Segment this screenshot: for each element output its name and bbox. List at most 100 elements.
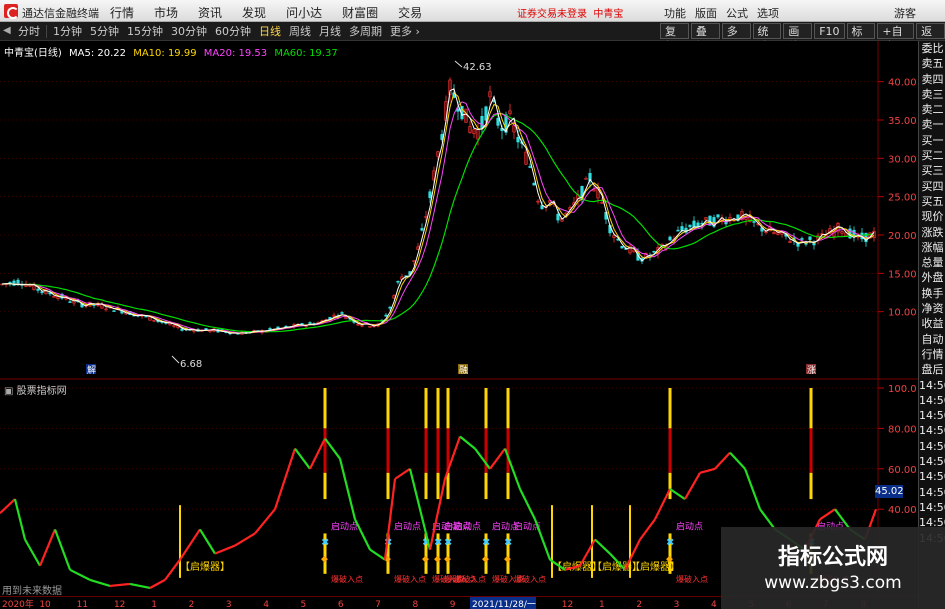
side-panel-item[interactable]: 净资	[919, 301, 945, 316]
tab-fenshi[interactable]: 分时	[14, 24, 44, 39]
high-price-label: 42.63	[463, 62, 492, 73]
signal-breakout-label: 爆破入点	[514, 574, 546, 584]
candle-body	[456, 108, 460, 112]
watermark-title: 指标公式网	[777, 545, 888, 570]
period-tabs: 分时 1分钟 5分钟 15分钟 30分钟 60分钟 日线 周线 月线 多周期 更…	[14, 24, 424, 39]
guest-label[interactable]: 游客	[894, 5, 916, 21]
candle-body	[112, 310, 116, 312]
tab-weekly[interactable]: 周线	[285, 24, 315, 39]
side-panel-item[interactable]: 14:50	[919, 378, 945, 393]
side-panel-item[interactable]: 卖二	[919, 102, 945, 117]
side-panel-item[interactable]: 14:50	[919, 469, 945, 484]
side-panel-item[interactable]: 买三	[919, 163, 945, 178]
menu-banmian[interactable]: 版面	[695, 5, 717, 21]
side-panel-item[interactable]: 涨幅	[919, 240, 945, 255]
side-panel-item[interactable]: 卖五	[919, 56, 945, 71]
side-panel-item[interactable]: 现价	[919, 209, 945, 224]
side-panel-item[interactable]: 自动	[919, 332, 945, 347]
legend-stock-name[interactable]: 中青宝(日线)	[4, 48, 62, 59]
menu-jiaoyi[interactable]: 交易	[398, 4, 422, 21]
signal-star-icon: ✖	[321, 538, 329, 549]
qibaoqi-label: 【启爆器】	[630, 560, 680, 573]
tab-1min[interactable]: 1分钟	[49, 24, 86, 39]
tab-5min[interactable]: 5分钟	[86, 24, 123, 39]
side-panel-item[interactable]: 买五	[919, 194, 945, 209]
side-panel-item[interactable]: 行情	[919, 347, 945, 362]
tab-more[interactable]: 更多 ›	[386, 24, 424, 39]
side-panel-item[interactable]: 14:50	[919, 408, 945, 423]
time-axis-label: 5	[301, 600, 307, 609]
menu-gongshi[interactable]: 公式	[726, 5, 748, 21]
menu-shichang[interactable]: 市场	[154, 4, 178, 21]
menu-faxian[interactable]: 发现	[242, 4, 266, 21]
side-panel-item[interactable]: 14:50	[919, 393, 945, 408]
side-panel-item[interactable]: 买二	[919, 148, 945, 163]
mark-badge-a-text: 解	[87, 364, 96, 376]
login-notice[interactable]: 证券交易未登录 中青宝	[517, 5, 623, 20]
indicator-tick-label: 60.00	[888, 465, 917, 476]
signal-star-icon: ✖	[504, 538, 512, 549]
side-panel-item[interactable]: 14:50	[919, 423, 945, 438]
tab-multi-period[interactable]: 多周期	[345, 24, 386, 39]
side-panel-item[interactable]: 卖三	[919, 87, 945, 102]
overlay-button[interactable]: 叠加	[690, 23, 720, 53]
f10-button[interactable]: F10	[814, 23, 845, 39]
candle-body	[428, 191, 432, 199]
signal-star-icon: ✖	[666, 538, 674, 549]
side-panel-item[interactable]: 外盘	[919, 270, 945, 285]
candle-body	[752, 221, 756, 223]
signal-star-icon: ✖	[482, 538, 490, 549]
side-panel-item[interactable]: 盘后	[919, 362, 945, 377]
price-tick-label: 40.00	[888, 78, 917, 89]
candle-body	[692, 220, 696, 228]
back-button[interactable]: 返回	[916, 23, 945, 53]
side-panel-item[interactable]: 14:50	[919, 500, 945, 515]
candle-body	[800, 238, 804, 240]
side-panel-item[interactable]: 换手	[919, 286, 945, 301]
statistics-button[interactable]: 统计	[752, 23, 782, 53]
side-panel-item[interactable]: 委比	[919, 41, 945, 56]
kline-chart[interactable]: 40.00 35.00 30.00 25.00 20.00 15.00 10.00 42.6…	[0, 41, 918, 380]
side-panel-item[interactable]: 总量	[919, 255, 945, 270]
side-panel-item[interactable]: 卖四	[919, 72, 945, 87]
chevron-left-icon[interactable]: ◀	[3, 25, 11, 36]
signal-breakout-label: 爆破入点	[331, 574, 363, 584]
tab-daily[interactable]: 日线	[255, 24, 285, 39]
tab-15min[interactable]: 15分钟	[123, 24, 167, 39]
indicator-settings-icon[interactable]: ▣	[4, 386, 13, 397]
signal-start-label: 启动点	[676, 520, 703, 532]
draw-line-button[interactable]: 画线	[783, 23, 813, 53]
side-panel-item[interactable]: 14:50	[919, 485, 945, 500]
side-panel-item[interactable]: 涨跌	[919, 225, 945, 240]
side-panel-item[interactable]: 买一	[919, 133, 945, 148]
time-axis-label: 4	[263, 600, 269, 609]
mark-button[interactable]: 标记	[846, 23, 876, 53]
menu-wenxiaoda[interactable]: 问小达	[286, 4, 322, 21]
indicator-title[interactable]: 股票指标网	[17, 386, 67, 397]
tab-monthly[interactable]: 月线	[315, 24, 345, 39]
signal-star-icon: ✖	[434, 538, 442, 549]
menu-zixun[interactable]: 资讯	[198, 4, 222, 21]
multi-stock-button[interactable]: 多股	[721, 23, 751, 53]
restore-rights-button[interactable]: 复权	[660, 23, 689, 53]
side-panel-item[interactable]: 卖一	[919, 117, 945, 132]
menu-caifuquan[interactable]: 财富圈	[342, 4, 378, 21]
add-watchlist-button[interactable]: +自选	[877, 23, 915, 53]
price-tick-label: 10.00	[888, 308, 917, 319]
side-panel-item[interactable]: 收益	[919, 316, 945, 331]
tab-60min[interactable]: 60分钟	[211, 24, 255, 39]
side-panel-item[interactable]: 14:50	[919, 439, 945, 454]
menu-xuanxiang[interactable]: 选项	[757, 5, 779, 21]
side-panel-item[interactable]: 买四	[919, 179, 945, 194]
app-title: 通达信金融终端	[22, 7, 99, 20]
candle-body	[36, 288, 40, 291]
signal-arrow-icon: ◆	[321, 555, 328, 565]
quote-side-panel: 委比 卖五 卖四 卖三 卖二 卖一 买一 买二 买三 买四 买五 现价 涨跌 涨幅 总量 外盘 换手 净资 收益 自动…	[918, 41, 945, 609]
side-panel-item[interactable]: 14:50	[919, 454, 945, 469]
menu-hangqing[interactable]: 行情	[110, 4, 134, 21]
legend-ma60: MA60: 19.37	[274, 48, 338, 59]
tab-30min[interactable]: 30分钟	[167, 24, 211, 39]
time-axis-label: 4	[711, 600, 717, 609]
candle-body	[496, 117, 500, 126]
menu-gongneng[interactable]: 功能	[664, 5, 686, 21]
